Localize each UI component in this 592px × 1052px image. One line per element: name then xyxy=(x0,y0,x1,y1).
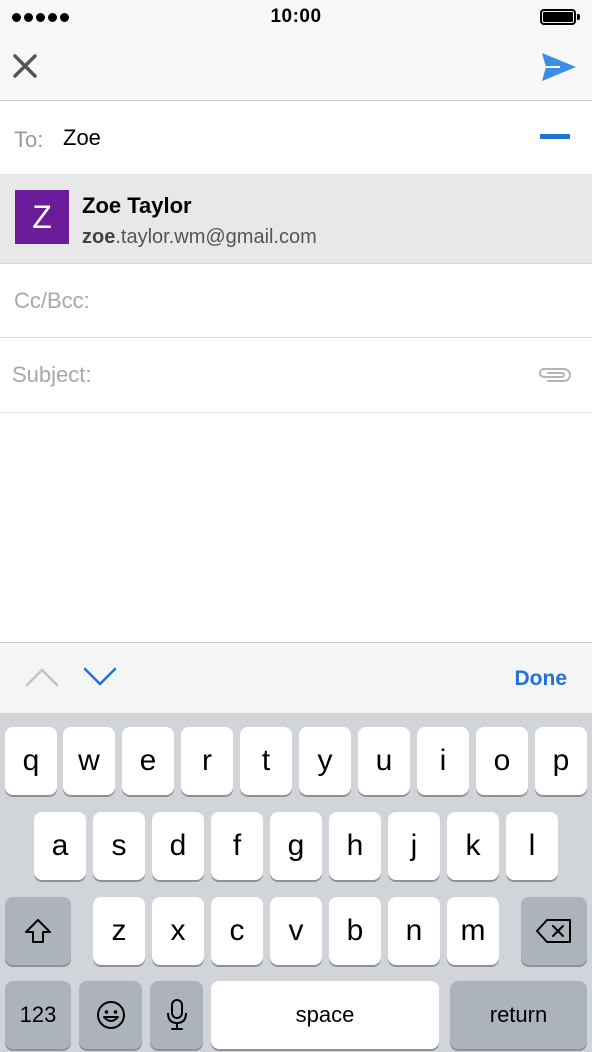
key-n[interactable]: n xyxy=(388,897,440,965)
key-l[interactable]: l xyxy=(506,812,558,880)
avatar: Z xyxy=(15,190,69,244)
collapse-cc-button[interactable] xyxy=(540,134,570,139)
key-f[interactable]: f xyxy=(211,812,263,880)
chevron-up-icon xyxy=(25,668,59,687)
battery-icon xyxy=(540,9,580,25)
status-bar: 10:00 xyxy=(0,0,592,36)
emoji-smiley-icon xyxy=(96,1001,125,1029)
numbers-key[interactable]: 123 xyxy=(5,981,71,1049)
contact-suggestion[interactable]: Z Zoe Taylor zoe.taylor.wm@gmail.com xyxy=(0,175,592,264)
shift-key[interactable] xyxy=(5,897,71,965)
key-j[interactable]: j xyxy=(388,812,440,880)
key-u[interactable]: u xyxy=(358,727,410,795)
key-o[interactable]: o xyxy=(476,727,528,795)
keyboard: q w e r t y u i o p a s d f g h j k l z … xyxy=(0,713,592,1052)
previous-field-button[interactable] xyxy=(24,665,60,689)
contact-name: Zoe Taylor xyxy=(82,193,192,218)
cc-bcc-input[interactable] xyxy=(14,286,554,316)
key-b[interactable]: b xyxy=(329,897,381,965)
key-y[interactable]: y xyxy=(299,727,351,795)
attachment-button[interactable] xyxy=(534,363,574,387)
chevron-down-icon xyxy=(83,667,117,686)
emoji-key[interactable] xyxy=(79,981,142,1049)
contact-email: zoe.taylor.wm@gmail.com xyxy=(82,226,317,249)
subject-input[interactable] xyxy=(12,360,512,390)
key-k[interactable]: k xyxy=(447,812,499,880)
key-w[interactable]: w xyxy=(63,727,115,795)
dictation-key[interactable] xyxy=(150,981,203,1049)
space-key[interactable]: space xyxy=(211,981,439,1049)
close-icon xyxy=(13,54,37,78)
key-t[interactable]: t xyxy=(240,727,292,795)
key-s[interactable]: s xyxy=(93,812,145,880)
key-a[interactable]: a xyxy=(34,812,86,880)
shift-arrow-icon xyxy=(25,919,51,943)
done-button[interactable]: Done xyxy=(515,667,568,691)
key-c[interactable]: c xyxy=(211,897,263,965)
key-z[interactable]: z xyxy=(93,897,145,965)
key-p[interactable]: p xyxy=(535,727,587,795)
close-button[interactable] xyxy=(10,51,40,81)
key-h[interactable]: h xyxy=(329,812,381,880)
backspace-key[interactable] xyxy=(521,897,587,965)
to-field-row: To: xyxy=(0,101,592,175)
status-time: 10:00 xyxy=(270,6,322,27)
key-g[interactable]: g xyxy=(270,812,322,880)
to-label: To: xyxy=(14,127,44,152)
key-e[interactable]: e xyxy=(122,727,174,795)
paperclip-icon xyxy=(539,368,571,382)
key-x[interactable]: x xyxy=(152,897,204,965)
key-i[interactable]: i xyxy=(417,727,469,795)
key-v[interactable]: v xyxy=(270,897,322,965)
contact-email-rest: .taylor.wm@gmail.com xyxy=(115,226,317,248)
return-key[interactable]: return xyxy=(450,981,587,1049)
key-m[interactable]: m xyxy=(447,897,499,965)
contact-email-match: zoe xyxy=(82,226,116,248)
subject-field-row xyxy=(0,338,592,413)
key-r[interactable]: r xyxy=(181,727,233,795)
compose-nav-bar xyxy=(0,36,592,101)
message-body[interactable] xyxy=(0,413,592,642)
microphone-icon xyxy=(166,999,187,1030)
to-input[interactable] xyxy=(63,123,503,153)
key-d[interactable]: d xyxy=(152,812,204,880)
send-icon xyxy=(542,53,576,81)
send-button[interactable] xyxy=(540,50,578,84)
keyboard-accessory-bar: Done xyxy=(0,642,592,713)
cc-bcc-field-row xyxy=(0,264,592,338)
backspace-icon xyxy=(536,919,571,943)
next-field-button[interactable] xyxy=(82,665,118,689)
key-q[interactable]: q xyxy=(5,727,57,795)
